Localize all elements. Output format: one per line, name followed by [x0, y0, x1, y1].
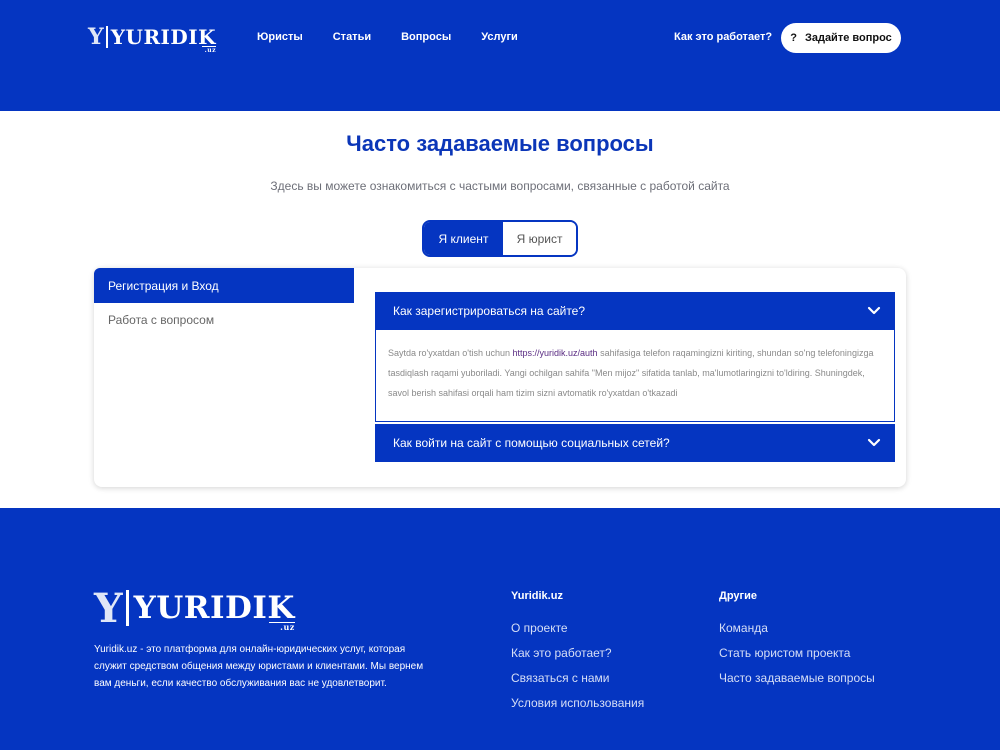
logo-text: YURIDIK: [133, 590, 295, 626]
page-subtitle: Здесь вы можете ознакомиться с частыми в…: [270, 179, 730, 193]
chevron-down-icon: [867, 438, 881, 447]
footer-link-team[interactable]: Команда: [719, 621, 768, 635]
faq-answer-register: Saytda ro'yxatdan o'tish uchun https://y…: [375, 330, 895, 422]
role-toggle: Я клиент Я юрист: [422, 220, 578, 257]
footer-link-contact[interactable]: Связаться с нами: [511, 671, 609, 685]
footer-link-terms[interactable]: Условия использования: [511, 696, 644, 710]
page-title: Часто задаваемые вопросы: [346, 131, 654, 156]
footer-description: Yuridik.uz - это платформа для онлайн-юр…: [94, 644, 424, 689]
chevron-down-icon: [867, 306, 881, 315]
footer-link-how-it-works[interactable]: Как это работает?: [511, 646, 612, 660]
site-header: Y YURIDIK .uz Юристы Статьи Вопросы Услу…: [0, 0, 1000, 111]
footer-link-faq[interactable]: Часто задаваемые вопросы: [719, 671, 875, 685]
ask-question-button[interactable]: ? Задайте вопрос: [781, 23, 901, 53]
sidebar-item-question-work[interactable]: Работа с вопросом: [108, 313, 214, 327]
logo-wordmark: YURIDIK .uz: [133, 590, 295, 632]
logo-letter: Y: [88, 24, 104, 50]
logo-divider: [105, 26, 108, 48]
how-it-works-link[interactable]: Как это работает?: [674, 31, 772, 43]
footer-link-about[interactable]: О проекте: [511, 621, 568, 635]
ask-question-label: Задайте вопрос: [804, 32, 892, 44]
footer-col-other-title: Другие: [719, 590, 757, 602]
toggle-client[interactable]: Я клиент: [424, 222, 503, 255]
faq-question-social-login[interactable]: Как войти на сайт с помощью социальных с…: [375, 424, 895, 462]
faq-answer-text-start: Saytda ro'yxatdan o'tish uchun: [388, 348, 513, 358]
toggle-lawyer[interactable]: Я юрист: [503, 222, 576, 255]
auth-link[interactable]: https://yuridik.uz/auth: [513, 348, 598, 358]
nav-item-articles[interactable]: Статьи: [333, 31, 371, 43]
faq-question-text: Как войти на сайт с помощью социальных с…: [393, 436, 670, 450]
nav-item-services[interactable]: Услуги: [481, 31, 518, 43]
sidebar-item-registration[interactable]: Регистрация и Вход: [94, 268, 354, 303]
main-nav: Юристы Статьи Вопросы Услуги: [257, 31, 548, 43]
logo-wordmark: YURIDIK .uz: [110, 25, 216, 54]
logo-suffix: .uz: [268, 622, 295, 632]
logo-divider: [125, 590, 129, 626]
site-logo[interactable]: Y YURIDIK .uz: [88, 24, 216, 54]
logo-letter: Y: [94, 585, 123, 632]
question-mark-icon: ?: [790, 32, 797, 44]
faq-question-text: Как зарегистрироваться на сайте?: [393, 304, 586, 318]
footer-col-yuridik-title: Yuridik.uz: [511, 590, 563, 602]
footer-link-become-lawyer[interactable]: Стать юристом проекта: [719, 646, 850, 660]
faq-question-register[interactable]: Как зарегистрироваться на сайте?: [375, 292, 895, 330]
footer-logo[interactable]: Y YURIDIK .uz: [94, 585, 295, 632]
nav-item-questions[interactable]: Вопросы: [401, 31, 451, 43]
logo-suffix: .uz: [202, 46, 216, 54]
logo-text: YURIDIK: [110, 25, 216, 49]
nav-item-lawyers[interactable]: Юристы: [257, 31, 303, 43]
site-footer: [0, 508, 1000, 750]
